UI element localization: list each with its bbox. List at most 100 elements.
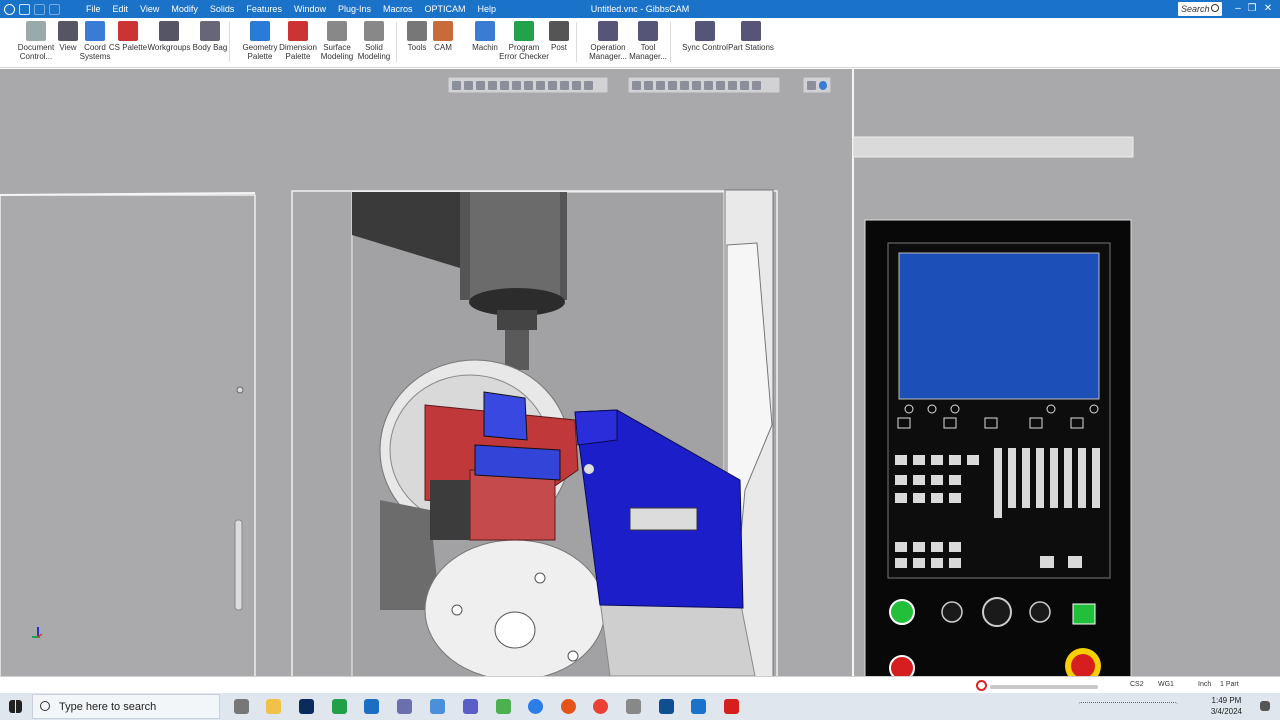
ribbon-button-label: CS Palette [108,43,148,52]
notifications-icon[interactable] [1260,701,1270,711]
app-icon[interactable] [397,699,412,714]
ribbon-button-tool-manager[interactable]: Tool Manager... [627,21,669,61]
spreadsheet-icon[interactable] [496,699,511,714]
enclosure-left-door [0,192,256,676]
gibbscam-icon[interactable] [691,699,706,714]
menu-file[interactable]: File [80,0,107,18]
ribbon-button-solid-modeling[interactable]: Solid Modeling [352,21,396,61]
app-icon[interactable] [724,699,739,714]
quick-access-toolbar [0,3,80,15]
control-screen [898,252,1100,400]
graphics-viewport[interactable] [0,69,1280,676]
calculator-icon[interactable] [430,699,445,714]
ribbon-button-coord-systems[interactable]: Coord Systems [78,21,112,61]
ribbon-button-cam[interactable]: CAM [428,21,458,52]
status-bar: CS2 WG1 Inch 1 Part [0,676,1280,693]
status-units[interactable]: Inch [1198,679,1211,691]
sync-control-icon [695,21,715,41]
menu-bar: File Edit View Modify Solids Features Window Pl… [80,0,502,18]
ribbon-button-dimension-palette[interactable]: Dimension Palette [276,21,320,61]
outlook-icon[interactable] [364,699,379,714]
teams-icon[interactable] [463,699,478,714]
cam-icon [433,21,453,41]
ribbon-button-cs-palette[interactable]: CS Palette [108,21,148,52]
chrome-icon[interactable] [593,699,608,714]
menu-macros[interactable]: Macros [377,0,419,18]
simulation-slider[interactable] [990,685,1098,689]
status-workgroup[interactable]: WG1 [1158,679,1174,691]
ribbon-button-label: Tool Manager... [629,43,667,61]
ribbon-button-label: Workgroups [147,43,191,52]
search-input[interactable]: Search [1178,2,1222,16]
dimension-palette-icon [288,21,308,41]
undo-icon[interactable] [34,3,45,15]
check-icon [514,21,534,41]
ribbon-button-label: Part Stations [728,43,774,52]
ribbon-button-document-control[interactable]: Document Control... [12,21,60,61]
windows-taskbar: Type here to search 1:49 PM 3/4/2024 [0,693,1280,720]
status-parts[interactable]: 1 Part [1220,679,1239,691]
taskbar-clock[interactable]: 1:49 PM 3/4/2024 [1211,695,1242,717]
cs-palette-icon [118,21,138,41]
cycle-start-button [889,599,915,625]
taskbar-search-input[interactable]: Type here to search [32,694,220,719]
tool-manager-icon [638,21,658,41]
ribbon-button-body-bag[interactable]: Body Bag [189,21,231,52]
ribbon-button-label: Document Control... [17,43,55,61]
app-icon[interactable] [659,699,674,714]
firefox-icon[interactable] [561,699,576,714]
menu-solids[interactable]: Solids [204,0,241,18]
menu-plugins[interactable]: Plug-Ins [332,0,377,18]
menu-edit[interactable]: Edit [107,0,135,18]
menu-opticam[interactable]: OPTICAM [419,0,472,18]
menu-window[interactable]: Window [288,0,332,18]
ribbon-button-label: Operation Manager... [589,43,627,61]
ribbon-button-operation-manager[interactable]: Operation Manager... [584,21,632,61]
menu-modify[interactable]: Modify [165,0,204,18]
clock-date: 3/4/2024 [1210,707,1242,716]
ribbon-button-label: Body Bag [192,43,228,52]
stop-icon[interactable] [976,680,987,691]
body-bag-icon [200,21,220,41]
ribbon-separator [396,22,397,62]
green-key [1072,603,1096,625]
tools-icon [407,21,427,41]
post-icon [549,21,569,41]
save-icon[interactable] [19,3,30,15]
view-icon [58,21,78,41]
ribbon-button-workgroups[interactable]: Workgroups [144,21,194,52]
ribbon-button-part-stations[interactable]: Part Stations [724,21,778,52]
cnc-control-panel [864,219,1132,676]
ribbon-separator [670,22,671,62]
system-tray-icons[interactable] [1078,702,1178,712]
redo-icon[interactable] [49,3,60,15]
control-cabinet-top [852,136,1134,158]
ribbon-button-label: CAM [434,43,452,52]
start-button-icon[interactable] [9,700,22,713]
status-cs[interactable]: CS2 [1130,679,1144,691]
machine-scene [0,69,1280,676]
menu-features[interactable]: Features [240,0,288,18]
photoshop-icon[interactable] [299,699,314,714]
ribbon-button-label: Dimension Palette [279,43,317,61]
menu-view[interactable]: View [134,0,165,18]
spindle-override-knob [982,597,1012,627]
taskbar-search-placeholder: Type here to search [59,701,157,713]
app-logo-icon [4,3,15,15]
ribbon-button-label: Program Error Checker [499,43,549,61]
ribbon-toolbar: Document Control... View Coord Systems CS P… [0,18,1280,68]
file-explorer-icon[interactable] [266,699,281,714]
ribbon-button-post[interactable]: Post [545,21,573,52]
task-view-icon[interactable] [234,699,249,714]
app-icon[interactable] [626,699,641,714]
menu-help[interactable]: Help [472,0,503,18]
ribbon-button-check[interactable]: Program Error Checker [498,21,550,61]
green-app-icon[interactable] [332,699,347,714]
feed-override-knob [941,601,963,623]
close-button[interactable]: ✕ [1258,0,1278,18]
part-stations-icon [741,21,761,41]
coord-systems-icon [85,21,105,41]
search-icon [1211,4,1219,12]
ribbon-button-label: Post [550,43,567,52]
browser-icon[interactable] [528,699,543,714]
